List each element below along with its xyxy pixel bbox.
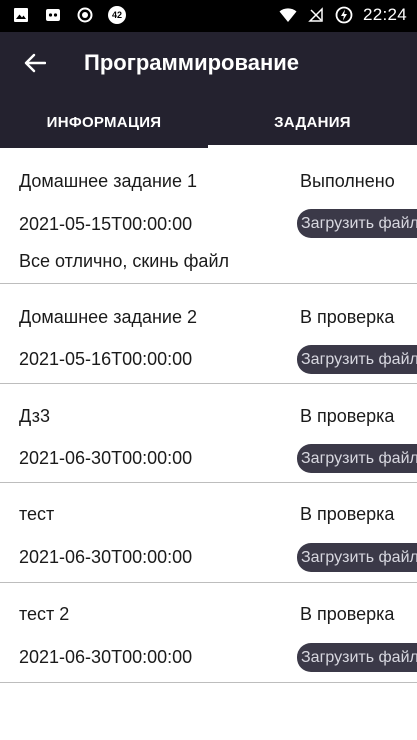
clock: 22:24 <box>362 5 407 24</box>
task-status: В проверка <box>300 307 395 327</box>
arrow-left-icon <box>24 53 46 73</box>
page-title: Программирование <box>84 50 299 75</box>
record-icon <box>76 6 94 24</box>
tab-information[interactable]: ИНФОРМАЦИЯ <box>0 96 208 148</box>
task-date: 2021-06-30T00:00:00 <box>19 547 193 567</box>
image-icon <box>12 6 30 24</box>
no-signal-icon <box>307 6 325 24</box>
task-status: В проверка <box>300 406 395 426</box>
task-date: 2021-05-15T00:00:00 <box>19 214 193 234</box>
upload-file-button[interactable]: Загрузить файл <box>297 209 417 238</box>
task-list: Домашнее задание 1 Выполнено 2021-05-15T… <box>0 148 417 683</box>
tab-bar: ИНФОРМАЦИЯ ЗАДАНИЯ <box>0 96 417 148</box>
task-status: Выполнено <box>300 171 395 191</box>
upload-file-button[interactable]: Загрузить файл <box>297 345 417 374</box>
list-item[interactable]: Домашнее задание 1 Выполнено 2021-05-15T… <box>0 148 417 284</box>
badge-icon: 42 <box>108 6 126 24</box>
task-status: В проверка <box>300 504 395 524</box>
task-name: Домашнее задание 1 <box>19 171 197 191</box>
upload-file-button[interactable]: Загрузить файл <box>297 643 417 672</box>
back-button[interactable] <box>20 48 50 78</box>
tab-tasks[interactable]: ЗАДАНИЯ <box>208 96 417 148</box>
task-comment: Все отлично, скинь файл <box>19 251 229 271</box>
app-bar: Программирование <box>0 32 417 96</box>
task-name: тест 2 <box>19 604 70 624</box>
list-item[interactable]: Дз3 В проверка 2021-06-30T00:00:00 Загру… <box>0 384 417 483</box>
task-date: 2021-06-30T00:00:00 <box>19 647 193 667</box>
status-bar: 42 22:24 <box>0 0 417 32</box>
shield-icon <box>44 6 62 24</box>
list-item[interactable]: тест 2 В проверка 2021-06-30T00:00:00 За… <box>0 583 417 683</box>
task-name: тест <box>19 504 55 524</box>
list-item[interactable]: Домашнее задание 2 В проверка 2021-05-16… <box>0 284 417 384</box>
list-item[interactable]: тест В проверка 2021-06-30T00:00:00 Загр… <box>0 483 417 583</box>
task-name: Домашнее задание 2 <box>19 307 197 327</box>
task-status: В проверка <box>300 604 395 624</box>
task-date: 2021-06-30T00:00:00 <box>19 448 193 468</box>
task-name: Дз3 <box>19 406 51 426</box>
upload-file-button[interactable]: Загрузить файл <box>297 543 417 572</box>
upload-file-button[interactable]: Загрузить файл <box>297 444 417 473</box>
battery-charging-icon <box>335 6 353 24</box>
task-date: 2021-05-16T00:00:00 <box>19 349 193 369</box>
wifi-icon <box>279 6 297 24</box>
